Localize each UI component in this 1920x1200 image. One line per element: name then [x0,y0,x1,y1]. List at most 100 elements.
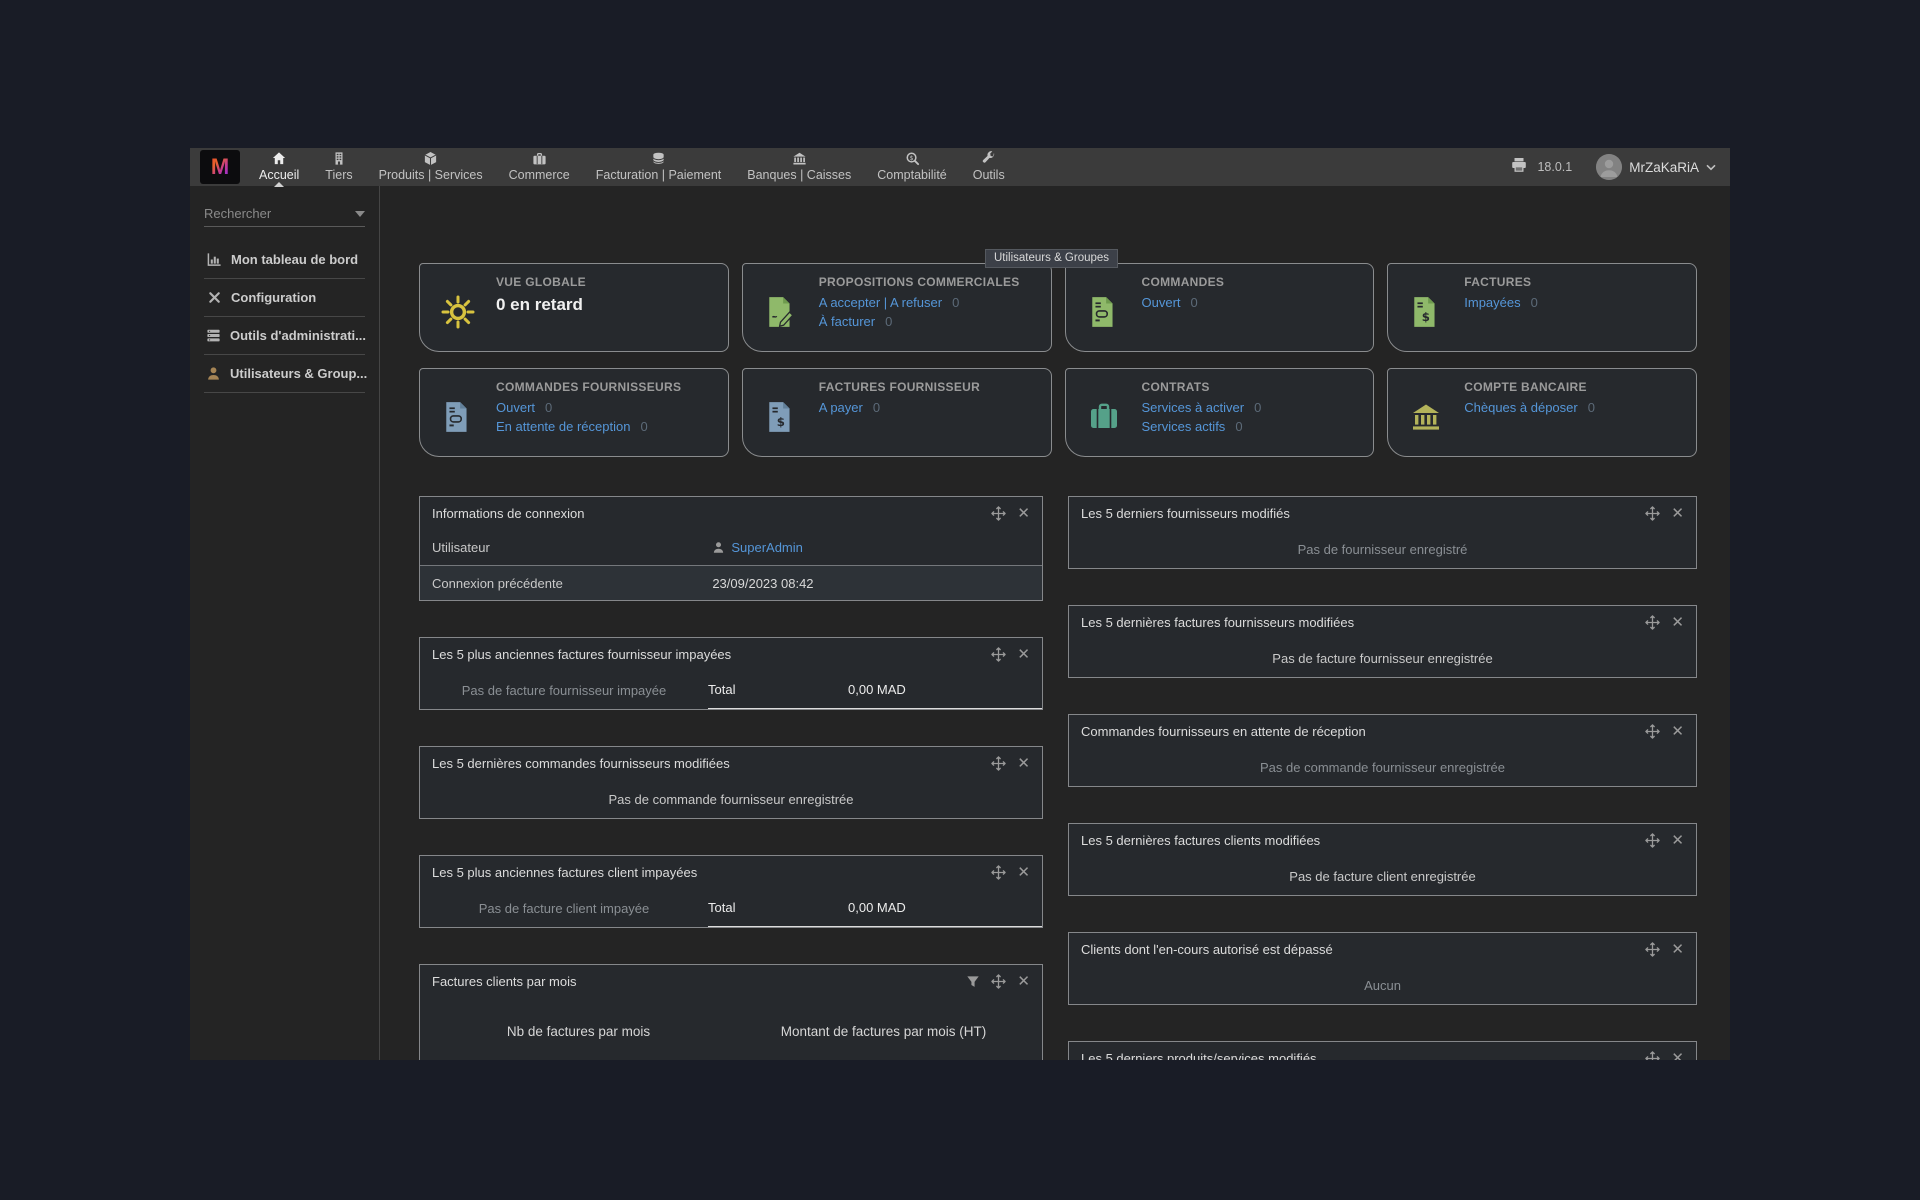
user-link[interactable]: SuperAdmin [731,540,803,555]
sidebar-item-configuration[interactable]: Configuration [204,279,365,317]
statbox-links[interactable]: Chèques à déposer [1464,400,1577,415]
sidebar-item-users-groups[interactable]: Utilisateurs & Group... [204,355,365,393]
nav-item-comptabilite[interactable]: $ Comptabilité [864,148,959,186]
user-menu[interactable]: MrZaKaRiA [1596,154,1716,180]
statbox-links[interactable]: A payer [819,400,863,415]
chart-nb-factures: Nb de factures par mois 2021 2022 2023 1… [426,998,731,1060]
nav-item-facturation-paiement[interactable]: Facturation | Paiement [583,148,735,186]
coins-icon [651,151,666,166]
bank-icon [792,151,807,166]
statbox-count: 0 [952,295,959,310]
nav-label: Commerce [509,168,570,182]
statbox-title: COMPTE BANCAIRE [1464,380,1696,394]
filter-icon[interactable] [966,975,980,989]
nav-label: Accueil [259,168,299,182]
file-invoice-icon: $ [743,378,819,456]
nav-item-commerce[interactable]: Commerce [496,148,583,186]
statbox-count: 0 [1235,419,1242,434]
statbox-commandes[interactable]: COMMANDES Ouvert0 [1065,263,1375,352]
close-icon[interactable]: ✕ [1017,506,1030,521]
top-navbar: M Accueil Tiers Produits | Services [190,148,1730,186]
statbox-links[interactable]: Ouvert [496,400,535,415]
sidebar-item-dashboard[interactable]: Mon tableau de bord [204,241,365,279]
statbox-links[interactable]: A accepter | A refuser [819,295,942,310]
statbox-compte-bancaire[interactable]: COMPTE BANCAIRE Chèques à déposer0 [1387,368,1697,457]
widget-last-supplier-invoices: Les 5 dernières factures fournisseurs mo… [1068,605,1697,678]
nav-label: Banques | Caisses [747,168,851,182]
search-input[interactable] [204,206,334,221]
nav-item-produits-services[interactable]: Produits | Services [366,148,496,186]
widget-title: Les 5 derniers fournisseurs modifiés [1081,506,1645,521]
close-icon[interactable]: ✕ [1017,647,1030,662]
statbox-links[interactable]: Services à activer [1142,400,1245,415]
tools-icon [206,290,222,305]
stats-row-1: VUE GLOBALE 0 en retard PROPOSITIONS COM… [419,263,1697,352]
move-icon[interactable] [1645,942,1660,957]
close-icon[interactable]: ✕ [1017,974,1030,989]
statbox-links[interactable]: À facturer [819,314,875,329]
sidebar-item-admin-tools[interactable]: Outils d'administrati... [204,317,365,355]
close-icon[interactable]: ✕ [1671,506,1684,521]
widget-supplier-orders-awaiting: Commandes fournisseurs en attente de réc… [1068,714,1697,787]
close-icon[interactable]: ✕ [1017,756,1030,771]
close-icon[interactable]: ✕ [1671,724,1684,739]
statbox-count: 0 [873,400,880,415]
move-icon[interactable] [991,974,1006,989]
empty-state-text: Pas de facture fournisseur impayée [420,671,708,709]
search-dollar-icon: $ [905,151,920,166]
statbox-title: CONTRATS [1142,380,1374,394]
server-icon [206,328,221,343]
empty-state-text: Pas de commande fournisseur enregistrée [1069,748,1696,786]
sidebar-item-label: Outils d'administrati... [230,328,366,343]
statbox-links[interactable]: Impayées [1464,295,1520,310]
sidebar-item-label: Configuration [231,290,316,305]
search-caret-icon[interactable] [355,211,365,217]
row-label: Connexion précédente [420,576,712,591]
sidebar-item-label: Mon tableau de bord [231,252,358,267]
move-icon[interactable] [1645,1051,1660,1060]
statbox-vue-globale[interactable]: VUE GLOBALE 0 en retard [419,263,729,352]
move-icon[interactable] [1645,833,1660,848]
nav-item-outils[interactable]: Outils [960,148,1018,186]
nav-item-banques-caisses[interactable]: Banques | Caisses [734,148,864,186]
close-icon[interactable]: ✕ [1017,865,1030,880]
empty-state-text: Aucun [1069,966,1696,1004]
move-icon[interactable] [991,506,1006,521]
sidebar-item-label: Utilisateurs & Group... [230,366,367,381]
nav-label: Outils [973,168,1005,182]
statbox-links[interactable]: Ouvert [1142,295,1181,310]
move-icon[interactable] [991,756,1006,771]
nav-item-accueil[interactable]: Accueil [246,148,312,186]
nav-item-tiers[interactable]: Tiers [312,148,365,186]
user-icon [206,366,221,381]
print-icon[interactable] [1511,157,1527,178]
user-avatar [1596,154,1622,180]
app-logo[interactable]: M [200,150,240,184]
chevron-down-icon [1706,164,1716,171]
statbox-links[interactable]: En attente de réception [496,419,630,434]
move-icon[interactable] [1645,724,1660,739]
widget-title: Factures clients par mois [432,974,966,989]
move-icon[interactable] [1645,615,1660,630]
dashboard-right-column: Les 5 derniers fournisseurs modifiés ✕ P… [1068,496,1697,1060]
widget-title: Les 5 derniers produits/services modifié… [1081,1051,1645,1060]
move-icon[interactable] [1645,506,1660,521]
close-icon[interactable]: ✕ [1671,942,1684,957]
move-icon[interactable] [991,865,1006,880]
statbox-title: FACTURES FOURNISSEUR [819,380,1051,394]
statbox-links[interactable]: Services actifs [1142,419,1226,434]
statbox-contrats[interactable]: CONTRATS Services à activer 0 Services ac… [1065,368,1375,457]
total-value: 0,00 MAD [820,682,1042,697]
close-icon[interactable]: ✕ [1671,1051,1684,1060]
building-icon [332,151,346,166]
statbox-factures-fournisseur[interactable]: $ FACTURES FOURNISSEUR A payer 0 [742,368,1052,457]
statbox-commandes-fournisseurs[interactable]: COMMANDES FOURNISSEURS Ouvert0 En attent… [419,368,729,457]
statbox-factures[interactable]: $ FACTURES Impayées0 [1387,263,1697,352]
close-icon[interactable]: ✕ [1671,833,1684,848]
statbox-propositions[interactable]: PROPOSITIONS COMMERCIALES A accepter | A… [742,263,1052,352]
widget-title: Les 5 dernières factures clients modifié… [1081,833,1645,848]
close-icon[interactable]: ✕ [1671,615,1684,630]
move-icon[interactable] [991,647,1006,662]
empty-state-text: Pas de facture fournisseur enregistrée [1069,639,1696,677]
stats-row-2: COMMANDES FOURNISSEURS Ouvert0 En attent… [419,368,1697,457]
